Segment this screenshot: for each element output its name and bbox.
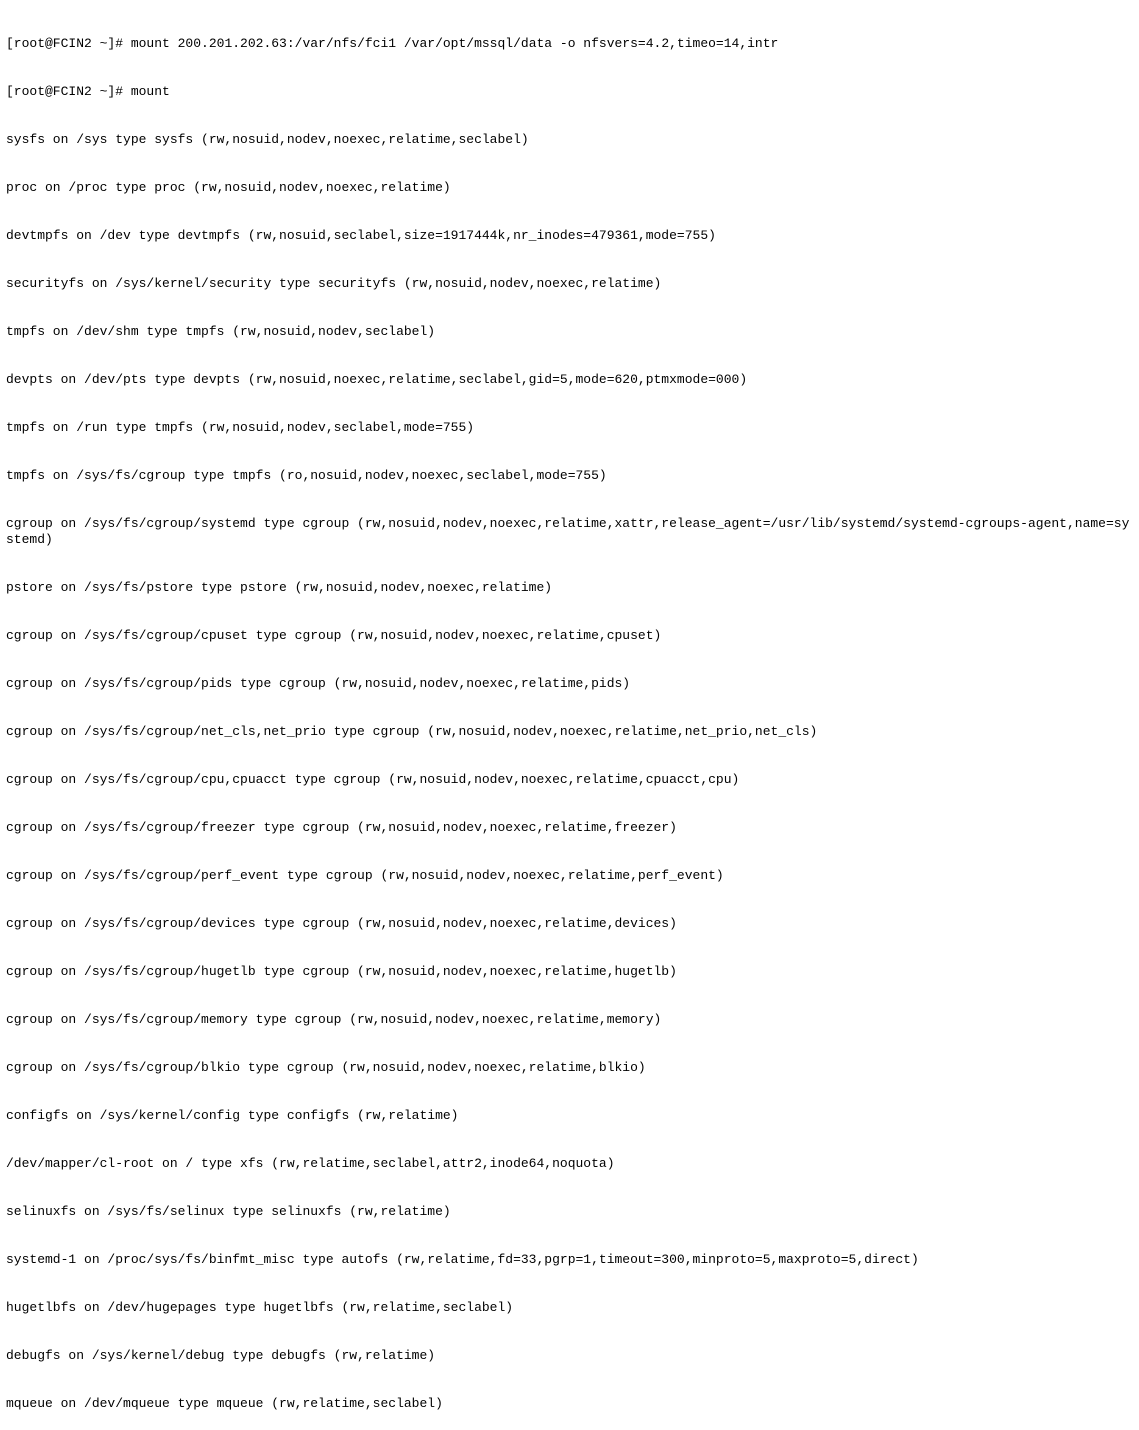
mount-output-line: cgroup on /sys/fs/cgroup/cpuset type cgr… [6,628,1133,644]
mount-output-line: cgroup on /sys/fs/cgroup/net_cls,net_pri… [6,724,1133,740]
mount-output-line: configfs on /sys/kernel/config type conf… [6,1108,1133,1124]
mount-output-line: cgroup on /sys/fs/cgroup/blkio type cgro… [6,1060,1133,1076]
mount-output-line: mqueue on /dev/mqueue type mqueue (rw,re… [6,1396,1133,1412]
mount-output-line: cgroup on /sys/fs/cgroup/devices type cg… [6,916,1133,932]
mount-output-line: debugfs on /sys/kernel/debug type debugf… [6,1348,1133,1364]
shell-prompt: [root@FCIN2 ~]# [6,84,131,99]
mount-output-line: tmpfs on /run type tmpfs (rw,nosuid,node… [6,420,1133,436]
mount-output-line: devtmpfs on /dev type devtmpfs (rw,nosui… [6,228,1133,244]
mount-output-line: cgroup on /sys/fs/cgroup/freezer type cg… [6,820,1133,836]
command-text: mount [131,84,170,99]
mount-output-line: cgroup on /sys/fs/cgroup/pids type cgrou… [6,676,1133,692]
mount-output-line: cgroup on /sys/fs/cgroup/cpu,cpuacct typ… [6,772,1133,788]
mount-output-line: tmpfs on /dev/shm type tmpfs (rw,nosuid,… [6,324,1133,340]
mount-output-line: proc on /proc type proc (rw,nosuid,nodev… [6,180,1133,196]
shell-prompt: [root@FCIN2 ~]# [6,36,131,51]
mount-output-line: cgroup on /sys/fs/cgroup/memory type cgr… [6,1012,1133,1028]
mount-output-line: tmpfs on /sys/fs/cgroup type tmpfs (ro,n… [6,468,1133,484]
mount-output-line: devpts on /dev/pts type devpts (rw,nosui… [6,372,1133,388]
mount-output-line: pstore on /sys/fs/pstore type pstore (rw… [6,580,1133,596]
command-line-2: [root@FCIN2 ~]# mount [6,84,1133,100]
mount-output-line: hugetlbfs on /dev/hugepages type hugetlb… [6,1300,1133,1316]
command-line-1: [root@FCIN2 ~]# mount 200.201.202.63:/va… [6,36,1133,52]
mount-output-line: cgroup on /sys/fs/cgroup/perf_event type… [6,868,1133,884]
terminal-output[interactable]: [root@FCIN2 ~]# mount 200.201.202.63:/va… [0,0,1139,1430]
mount-output-line: cgroup on /sys/fs/cgroup/systemd type cg… [6,516,1133,548]
mount-output-line: /dev/mapper/cl-root on / type xfs (rw,re… [6,1156,1133,1172]
mount-output-line: cgroup on /sys/fs/cgroup/hugetlb type cg… [6,964,1133,980]
mount-output-line: sysfs on /sys type sysfs (rw,nosuid,node… [6,132,1133,148]
mount-output-line: systemd-1 on /proc/sys/fs/binfmt_misc ty… [6,1252,1133,1268]
mount-output-line: securityfs on /sys/kernel/security type … [6,276,1133,292]
mount-output-line: selinuxfs on /sys/fs/selinux type selinu… [6,1204,1133,1220]
command-text: mount 200.201.202.63:/var/nfs/fci1 /var/… [131,36,779,51]
